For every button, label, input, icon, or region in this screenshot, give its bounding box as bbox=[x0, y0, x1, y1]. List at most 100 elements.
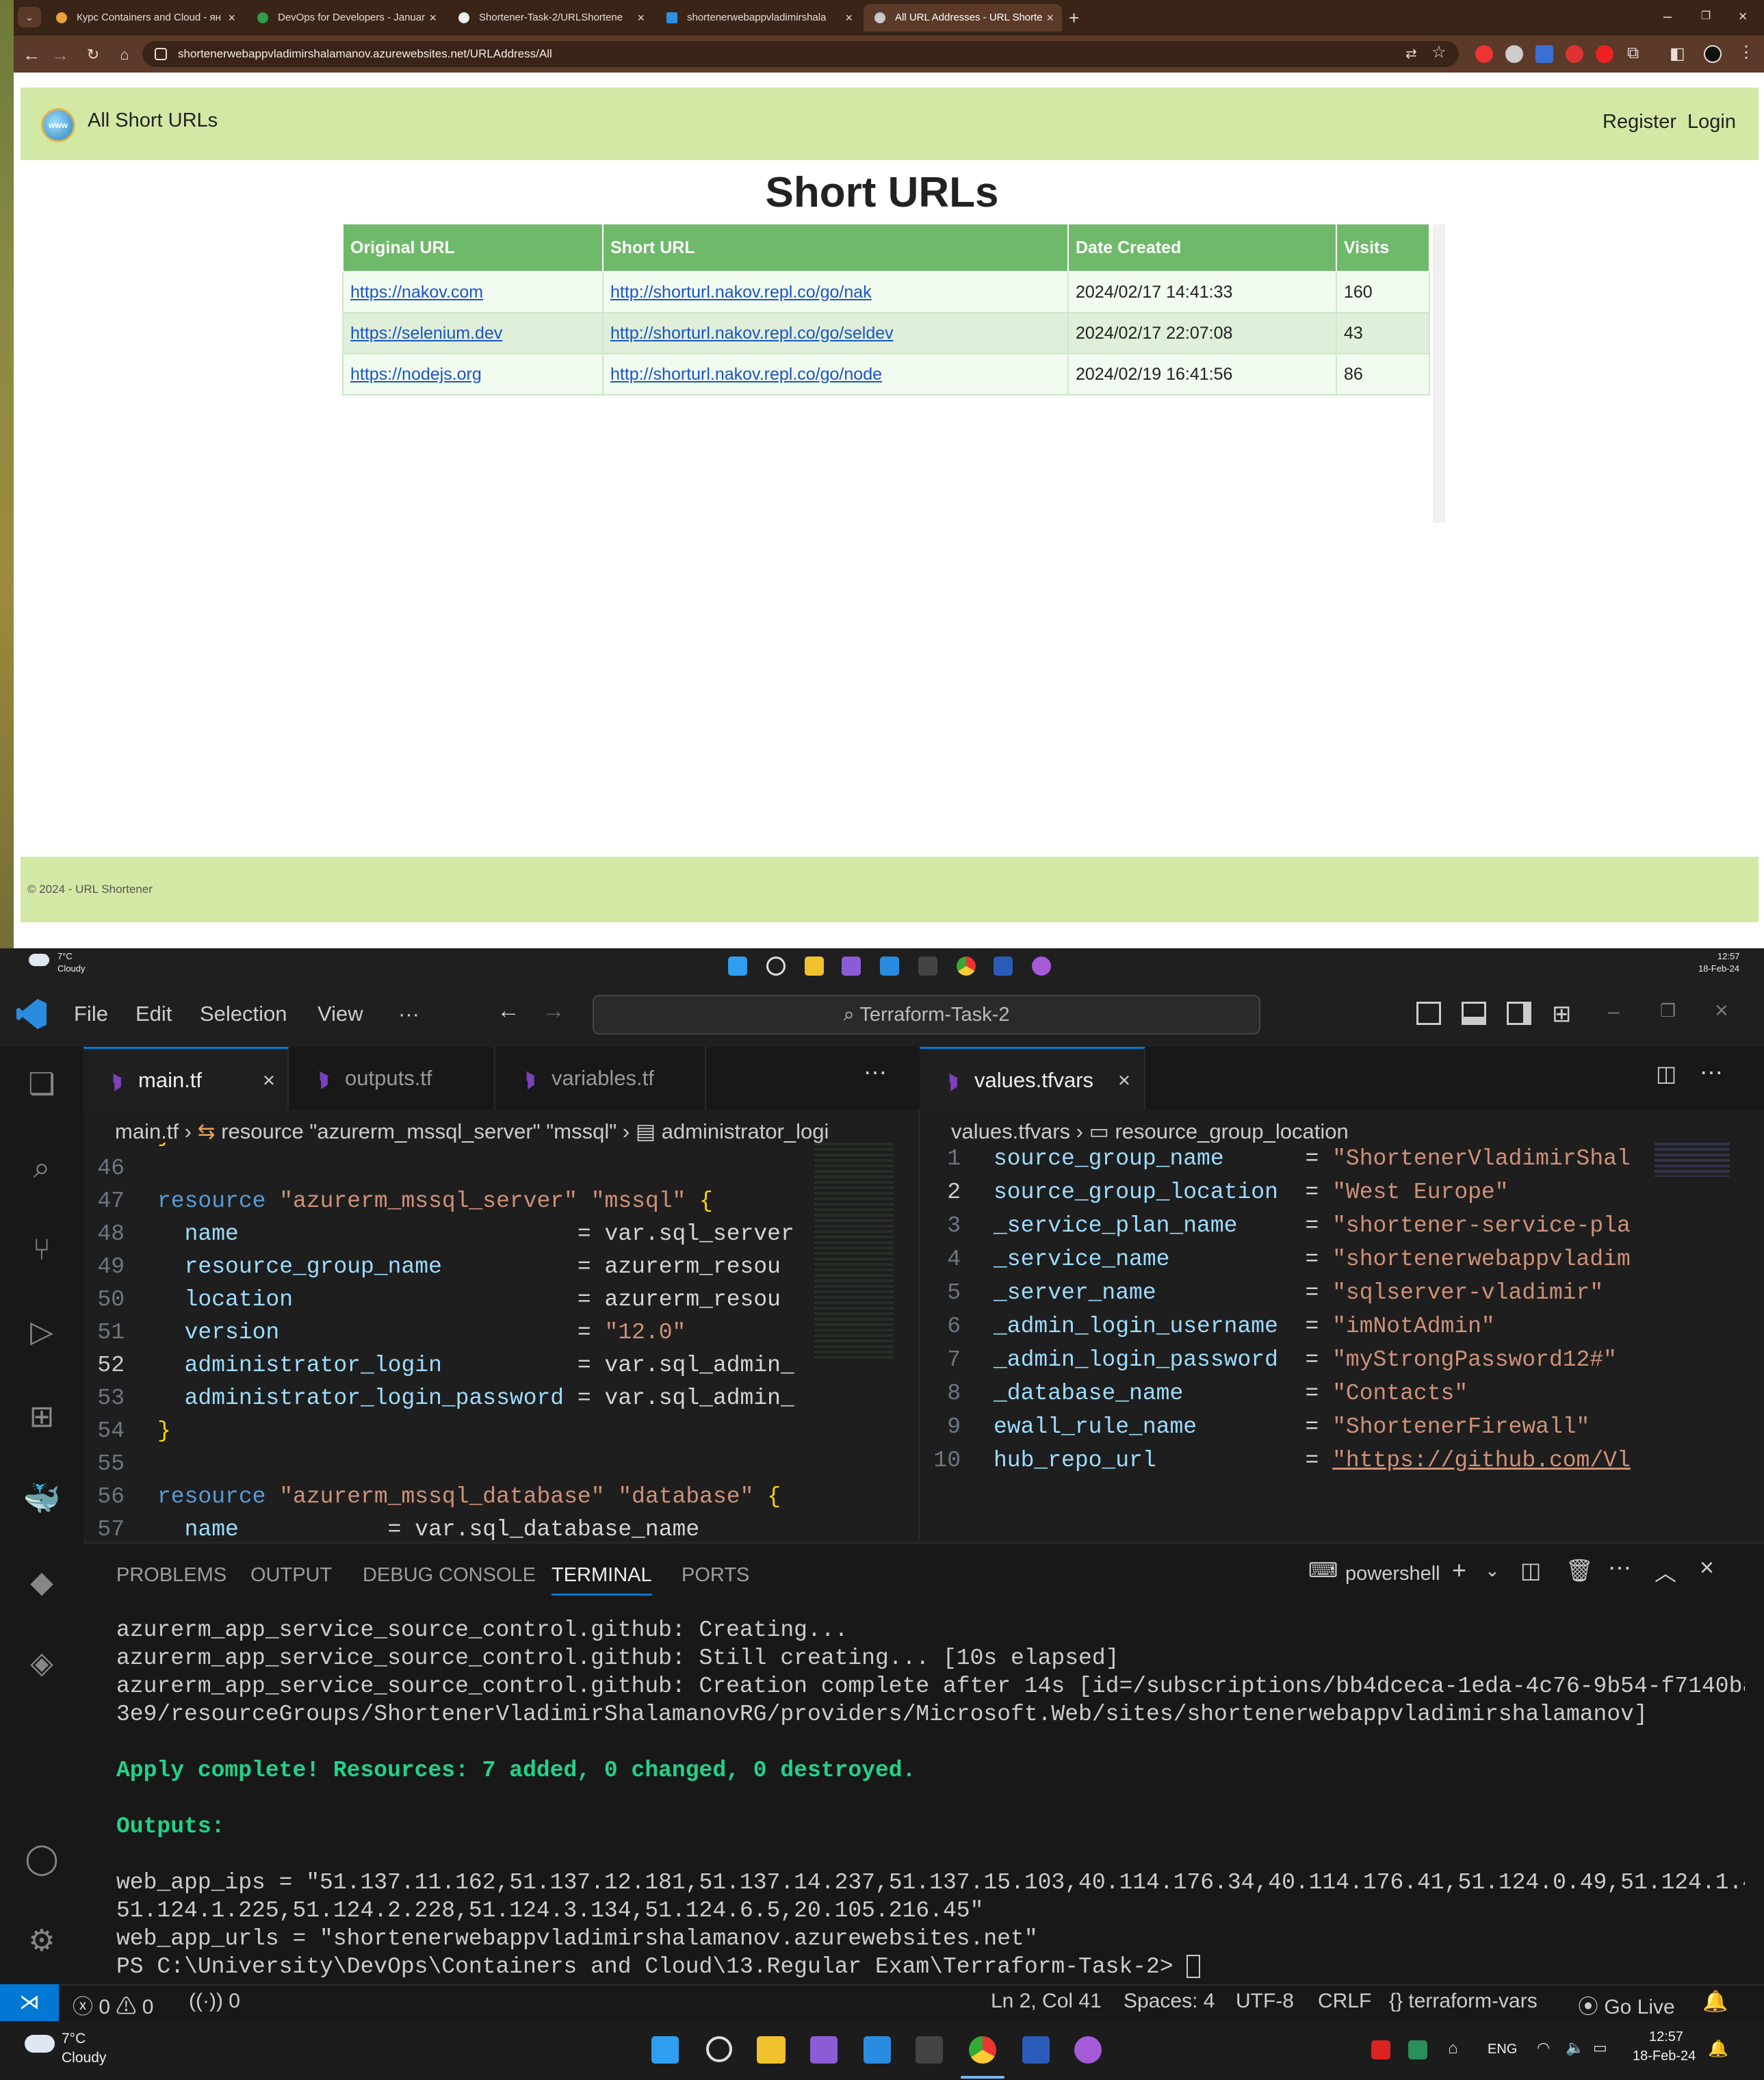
tab-main-tf[interactable]: main.tf × bbox=[83, 1047, 289, 1110]
word-icon[interactable] bbox=[1022, 2036, 1050, 2064]
github-desktop-icon[interactable] bbox=[1074, 2036, 1102, 2064]
eol-status[interactable]: CRLF bbox=[1318, 1990, 1371, 2013]
address-bar[interactable]: shortenerwebappvladimirshalamanov.azurew… bbox=[142, 41, 1459, 67]
site-logo[interactable]: www bbox=[41, 108, 75, 142]
menu-edit[interactable]: Edit bbox=[135, 1002, 172, 1026]
breadcrumb-file[interactable]: main.tf bbox=[115, 1119, 179, 1143]
extension-icon-4[interactable] bbox=[1566, 45, 1583, 63]
file-explorer-icon[interactable] bbox=[805, 957, 824, 976]
tab-search-icon[interactable]: ⌄ bbox=[18, 7, 41, 27]
terminal-icon[interactable] bbox=[918, 957, 937, 976]
home-icon[interactable]: ⌂ bbox=[111, 41, 138, 68]
accounts-icon[interactable]: ◯ bbox=[21, 1838, 63, 1880]
tab-debug-console[interactable]: DEBUG CONSOLE bbox=[363, 1564, 536, 1587]
toggle-panel-icon[interactable] bbox=[1462, 1002, 1486, 1025]
weather-cloud-icon[interactable] bbox=[25, 2035, 55, 2053]
breadcrumb-attr[interactable]: administrator_logi bbox=[662, 1119, 829, 1143]
close-window-icon[interactable]: × bbox=[1726, 3, 1760, 30]
terraform-icon[interactable]: ◆ bbox=[21, 1561, 63, 1604]
translate-icon[interactable]: ⇄ bbox=[1405, 45, 1417, 62]
toggle-secondary-sidebar-icon[interactable] bbox=[1507, 1002, 1531, 1025]
usb-icon[interactable]: ⌂ bbox=[1448, 2039, 1458, 2058]
original-url-link[interactable]: https://nakov.com bbox=[350, 283, 483, 302]
tab-problems[interactable]: PROBLEMS bbox=[116, 1564, 226, 1587]
short-url-link[interactable]: http://shorturl.nakov.repl.co/go/node bbox=[610, 365, 882, 384]
trash-icon[interactable]: 🗑 bbox=[1566, 1557, 1594, 1583]
short-url-link[interactable]: http://shorturl.nakov.repl.co/go/nak bbox=[610, 283, 872, 302]
tab-output[interactable]: OUTPUT bbox=[250, 1564, 332, 1587]
side-panel-icon[interactable]: ◧ bbox=[1670, 44, 1685, 64]
input-language[interactable]: ENG bbox=[1488, 2042, 1517, 2057]
reload-icon[interactable]: ↻ bbox=[79, 41, 107, 68]
original-url-link[interactable]: https://nodejs.org bbox=[350, 365, 482, 384]
register-link[interactable]: Register bbox=[1603, 111, 1676, 133]
extensions-puzzle-icon[interactable]: ⧉ bbox=[1627, 44, 1639, 63]
visual-studio-icon[interactable] bbox=[842, 957, 861, 976]
docker-icon[interactable]: 🐳 bbox=[21, 1478, 63, 1520]
split-terminal-icon[interactable]: ◫ bbox=[1520, 1557, 1541, 1583]
terraform-cloud-icon[interactable]: ◈ bbox=[21, 1642, 63, 1685]
extension-icon-5[interactable] bbox=[1596, 45, 1613, 63]
explorer-icon[interactable]: ❏ bbox=[21, 1063, 63, 1106]
defender-icon[interactable] bbox=[1408, 2040, 1427, 2059]
visual-studio-icon[interactable] bbox=[810, 2036, 838, 2064]
terminal-shell-label[interactable]: powershell bbox=[1345, 1563, 1440, 1585]
tab-ports[interactable]: PORTS bbox=[682, 1564, 749, 1587]
back-icon[interactable]: ← bbox=[18, 41, 45, 68]
right-minimap[interactable] bbox=[1655, 1143, 1730, 1177]
table-scrollbar[interactable] bbox=[1433, 224, 1445, 523]
search-icon[interactable] bbox=[766, 957, 786, 976]
browser-tab-2[interactable]: DevOps for Developers - Januar × bbox=[246, 4, 445, 31]
file-explorer-icon[interactable] bbox=[757, 2036, 786, 2064]
battery-icon[interactable]: ▭ bbox=[1593, 2039, 1607, 2057]
start-icon[interactable] bbox=[651, 2036, 679, 2064]
source-control-icon[interactable]: ⑂ bbox=[21, 1229, 63, 1271]
run-debug-icon[interactable]: ▷ bbox=[21, 1311, 63, 1353]
site-info-icon[interactable] bbox=[155, 48, 167, 60]
search-icon[interactable] bbox=[706, 2036, 732, 2062]
tab-terminal[interactable]: TERMINAL bbox=[552, 1564, 652, 1596]
chrome-icon[interactable] bbox=[969, 2036, 996, 2064]
vscode-icon[interactable] bbox=[864, 2036, 891, 2064]
chrome-icon[interactable] bbox=[957, 957, 976, 976]
close-tab-icon[interactable]: × bbox=[845, 4, 853, 31]
browser-tab-4[interactable]: shortenerwebappvladimirshala × bbox=[656, 4, 861, 31]
start-icon[interactable] bbox=[728, 957, 747, 976]
close-panel-icon[interactable]: × bbox=[1700, 1553, 1714, 1582]
left-minimap[interactable] bbox=[814, 1143, 894, 1362]
breadcrumb-file[interactable]: values.tfvars bbox=[951, 1119, 1070, 1143]
notifications-bell-icon[interactable]: 🔔 bbox=[1702, 1990, 1728, 2014]
split-editor-icon[interactable]: ◫ bbox=[1656, 1061, 1676, 1087]
new-terminal-icon[interactable]: + bbox=[1452, 1556, 1466, 1585]
close-tab-icon[interactable]: × bbox=[1118, 1049, 1130, 1112]
wifi-icon[interactable]: ◠ bbox=[1537, 2039, 1550, 2057]
extension-icon-1[interactable] bbox=[1475, 45, 1493, 63]
chevron-down-icon[interactable]: ⌄ bbox=[1485, 1560, 1500, 1581]
login-link[interactable]: Login bbox=[1687, 111, 1736, 133]
ports-status[interactable]: ((·)) 0 bbox=[189, 1990, 240, 2013]
browser-menu-icon[interactable]: ⋮ bbox=[1738, 42, 1754, 62]
more-actions-icon[interactable]: ⋯ bbox=[864, 1059, 887, 1087]
browser-tab-3[interactable]: Shortener-Task-2/URLShortene × bbox=[448, 4, 653, 31]
breadcrumb-resource[interactable]: resource "azurerm_mssql_server" "mssql" bbox=[221, 1119, 617, 1143]
indentation-status[interactable]: Spaces: 4 bbox=[1124, 1990, 1215, 2013]
language-mode[interactable]: {} terraform-vars bbox=[1389, 1990, 1538, 2013]
customize-layout-icon[interactable]: ⊞ bbox=[1552, 1000, 1572, 1028]
more-actions-icon[interactable]: ⋯ bbox=[1608, 1555, 1631, 1582]
search-icon[interactable]: ⌕ bbox=[21, 1147, 63, 1189]
tab-values-tfvars[interactable]: values.tfvars × bbox=[920, 1047, 1145, 1110]
close-tab-icon[interactable]: × bbox=[263, 1049, 275, 1112]
notifications-bell-icon[interactable]: 🔔 bbox=[1708, 2039, 1728, 2059]
minimize-icon[interactable]: – bbox=[1650, 3, 1685, 30]
extensions-icon[interactable]: ⊞ bbox=[21, 1396, 63, 1438]
close-tab-icon[interactable]: × bbox=[429, 4, 437, 31]
extension-icon-3[interactable] bbox=[1535, 45, 1553, 63]
settings-gear-icon[interactable]: ⚙ bbox=[21, 1920, 63, 1962]
minimize-icon[interactable]: – bbox=[1608, 1000, 1620, 1024]
problems-status[interactable]: ⓧ 0 ⚠ 0 bbox=[73, 1990, 153, 2020]
go-live-button[interactable]: ⦿ Go Live bbox=[1578, 1990, 1675, 2020]
back-icon[interactable]: ← bbox=[497, 998, 520, 1024]
close-tab-icon[interactable]: × bbox=[1046, 4, 1054, 31]
weather-cloud-icon[interactable] bbox=[29, 954, 49, 966]
close-window-icon[interactable]: × bbox=[1715, 998, 1728, 1024]
